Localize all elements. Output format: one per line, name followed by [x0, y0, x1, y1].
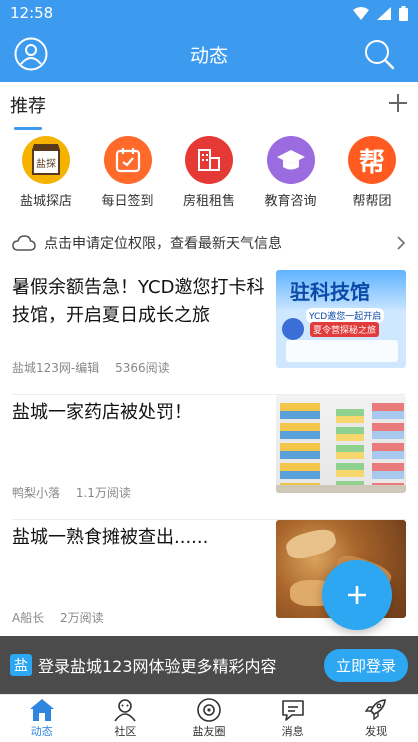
nav-label: 动态 [30, 725, 53, 738]
quick-link-label: 教育咨询 [264, 194, 317, 209]
status-bar: 12:58 [0, 0, 418, 26]
article-text: 盐城一熟食摊被查出...... A船长 2万阅读 [12, 520, 276, 644]
nav-label: 消息 [281, 725, 304, 738]
weather-text: 点击申请定位权限，查看最新天气信息 [44, 236, 282, 252]
quick-link-housing[interactable]: 房租租售 [169, 136, 249, 216]
article-meta: 盐城123网-编辑 5366阅读 [12, 359, 170, 376]
system-icons [353, 5, 408, 21]
nav-item-community[interactable]: 社区 [84, 695, 168, 742]
community-icon [114, 699, 137, 722]
shop-badge-text: 盐探 [36, 157, 56, 170]
article-reads: 2万阅读 [60, 611, 104, 625]
article-card[interactable]: 暑假余额告急！YCD邀您打卡科技馆，开启夏日成长之旅 盐城123网-编辑 536… [0, 270, 418, 394]
thumb-headline: 驻科技馆 [290, 280, 370, 304]
article-source: 鸭梨小落 [12, 486, 61, 500]
article-reads: 1.1万阅读 [75, 486, 131, 500]
add-channel-button[interactable] [388, 93, 408, 117]
quick-link-label: 每日签到 [101, 194, 154, 209]
chat-bubble-icon [281, 700, 304, 721]
battery-icon [399, 5, 408, 21]
nav-item-friends-circle[interactable]: 盐友圈 [167, 695, 251, 742]
rocket-icon [364, 699, 387, 721]
article-title: 暑假余额告急！YCD邀您打卡科技馆，开启夏日成长之旅 [12, 277, 265, 326]
nav-item-feed[interactable]: 动态 [0, 695, 84, 742]
shop-explore-icon: 盐探 [22, 136, 70, 184]
create-post-button[interactable] [322, 560, 392, 630]
tab-bar: 推荐 [0, 82, 418, 130]
help-group-icon: 帮 [348, 136, 396, 184]
article-reads: 5366阅读 [115, 361, 170, 375]
article-title: 盐城一家药店被处罚！ [12, 402, 192, 423]
plus-icon [348, 586, 366, 604]
calendar-icon [103, 136, 152, 184]
quick-link-education[interactable]: 教育咨询 [251, 136, 331, 216]
article-title: 盐城一熟食摊被查出...... [12, 527, 209, 548]
quick-links: 盐探 盐城探店 每日签到 房租租售 教育咨询 帮 帮帮团 [0, 136, 418, 216]
nav-label: 发现 [365, 725, 388, 738]
quick-link-daily-checkin[interactable]: 每日签到 [88, 136, 168, 216]
quick-link-explore-shops[interactable]: 盐探 盐城探店 [6, 136, 86, 216]
quick-link-label: 房租租售 [182, 194, 235, 209]
help-badge-text: 帮 [358, 147, 385, 178]
login-banner: 盐 登录盐城123网体验更多精彩内容 立即登录 [0, 636, 418, 694]
tab-recommend[interactable]: 推荐 [10, 92, 46, 130]
thumb-line1: YCD邀您一起开启 [306, 308, 385, 323]
chevron-right-icon [397, 236, 406, 250]
nav-label: 社区 [114, 725, 137, 738]
login-message: 登录盐城123网体验更多精彩内容 [38, 657, 277, 676]
article-text: 盐城一家药店被处罚！ 鸭梨小落 1.1万阅读 [12, 395, 276, 519]
profile-button[interactable] [12, 35, 50, 73]
article-thumbnail: 驻科技馆 YCD邀您一起开启 夏令营探秘之旅 [276, 270, 406, 368]
plus-icon [389, 94, 407, 112]
quick-link-help-group[interactable]: 帮 帮帮团 [332, 136, 412, 216]
wifi-icon [353, 6, 369, 20]
article-text: 暑假余额告急！YCD邀您打卡科技馆，开启夏日成长之旅 盐城123网-编辑 536… [12, 270, 276, 394]
signal-icon [377, 6, 391, 20]
quick-link-label: 帮帮团 [352, 194, 392, 209]
article-card[interactable]: 盐城一家药店被处罚！ 鸭梨小落 1.1万阅读 [0, 395, 418, 519]
search-button[interactable] [360, 35, 398, 73]
article-source: 盐城123网-编辑 [12, 361, 100, 375]
thumb-line2: 夏令营探秘之旅 [310, 322, 380, 337]
home-icon [29, 699, 54, 721]
search-icon [365, 40, 395, 70]
article-meta: A船长 2万阅读 [12, 609, 104, 626]
nav-item-discover[interactable]: 发现 [334, 695, 418, 742]
quick-link-label: 盐城探店 [19, 194, 72, 209]
weather-prompt[interactable]: 点击申请定位权限，查看最新天气信息 [0, 228, 418, 258]
article-thumbnail [276, 395, 406, 493]
bottom-nav: 动态 社区 盐友圈 消息 发现 [0, 694, 418, 742]
article-source: A船长 [12, 611, 45, 625]
building-icon [185, 136, 233, 184]
article-meta: 鸭梨小落 1.1万阅读 [12, 484, 131, 501]
status-time: 12:58 [10, 4, 54, 22]
login-button[interactable]: 立即登录 [323, 648, 408, 682]
user-avatar-icon [14, 37, 48, 71]
friends-circle-icon [197, 698, 221, 722]
app-header: 动态 [0, 26, 418, 82]
site-logo: 盐 [10, 654, 32, 676]
cloud-icon [12, 235, 36, 251]
page-title: 动态 [189, 44, 228, 67]
nav-item-messages[interactable]: 消息 [251, 695, 335, 742]
graduation-cap-icon [266, 136, 315, 184]
nav-label: 盐友圈 [192, 725, 226, 738]
app-screen: 12:58 动态 推荐 盐探 盐城探店 每日签到 房租租售 教育咨询 帮 帮帮团… [0, 0, 418, 742]
